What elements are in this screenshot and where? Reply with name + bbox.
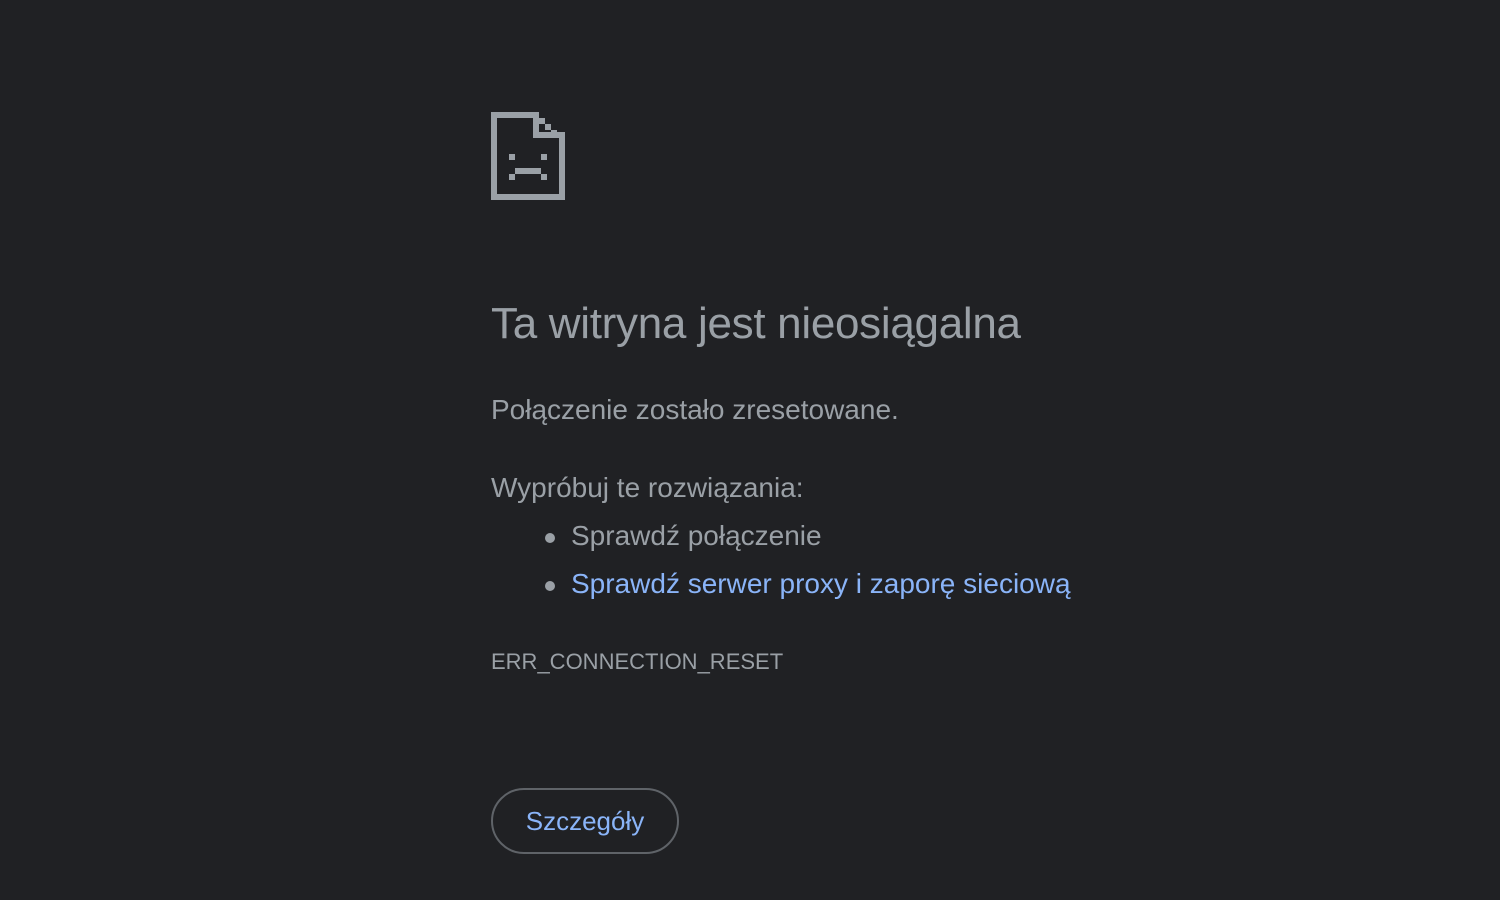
- details-button[interactable]: Szczegóły: [491, 788, 679, 854]
- error-description: Połączenie zostało zresetowane.: [491, 394, 899, 425]
- suggestion-check-connection: Sprawdź połączenie: [571, 520, 822, 551]
- error-page: Ta witryna jest nieosiągalna Połączenie …: [491, 112, 1191, 854]
- suggestion-item: Sprawdź połączenie: [491, 520, 1071, 568]
- bullet-icon: [545, 533, 555, 543]
- suggestion-item: Sprawdź serwer proxy i zaporę sieciową: [491, 568, 1071, 616]
- error-code: ERR_CONNECTION_RESET: [491, 649, 784, 674]
- suggestions-list: Sprawdź połączenie Sprawdź serwer proxy …: [491, 520, 1071, 616]
- sad-document-icon: [491, 112, 565, 200]
- proxy-firewall-link[interactable]: Sprawdź serwer proxy i zaporę sieciową: [571, 568, 1071, 599]
- bullet-icon: [545, 581, 555, 591]
- page-title: Ta witryna jest nieosiągalna: [491, 299, 1021, 348]
- suggestions-label: Wypróbuj te rozwiązania:: [491, 472, 804, 503]
